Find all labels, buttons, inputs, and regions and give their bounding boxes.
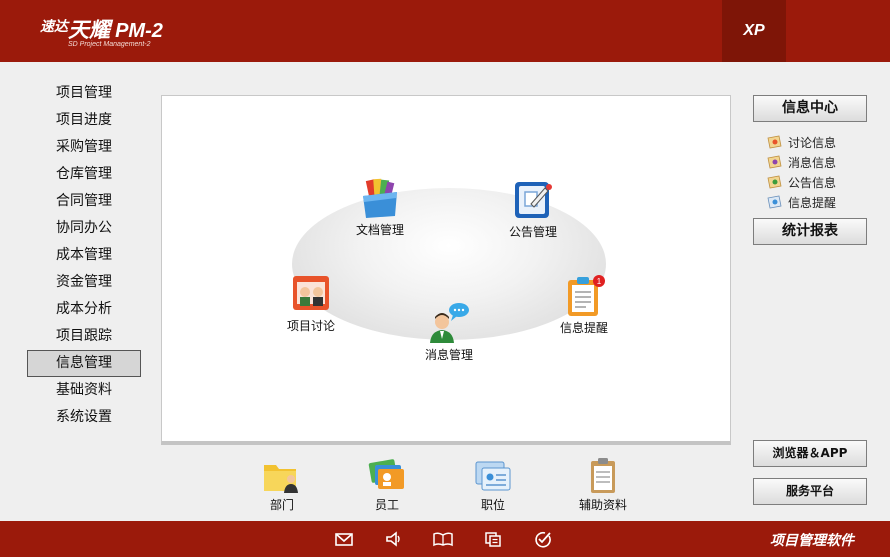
module-project-discussion[interactable]: 项目讨论: [266, 272, 356, 334]
sidebar-item-project-tracking[interactable]: 项目跟踪: [27, 323, 141, 350]
reminder-info-icon: [767, 195, 782, 209]
book-icon[interactable]: [433, 530, 453, 548]
quick-position[interactable]: 职位: [453, 457, 533, 513]
logo-small-text: 速达: [40, 19, 68, 35]
info-item-label: 讨论信息: [788, 135, 837, 150]
reminder-badge: 1: [597, 277, 602, 286]
module-label: 公告管理: [508, 225, 557, 239]
info-item-message[interactable]: 消息信息: [767, 152, 877, 172]
module-notice-management[interactable]: 公告管理: [488, 178, 578, 240]
notice-board-icon: [515, 182, 552, 218]
sidebar-item-project-progress[interactable]: 项目进度: [27, 107, 141, 134]
header-bar: 速达天耀 PM-2 SD Project Management-2 XP: [0, 0, 890, 62]
stats-report-button[interactable]: 统计报表: [753, 218, 867, 245]
sidebar-item-cost-management[interactable]: 成本管理: [27, 242, 141, 269]
browser-app-button[interactable]: 浏览器＆APP: [753, 440, 867, 467]
quick-label: 辅助资料: [578, 498, 627, 512]
sidebar-item-purchase-management[interactable]: 采购管理: [27, 134, 141, 161]
discussion-info-icon: [767, 135, 782, 149]
message-info-icon: [767, 155, 782, 169]
sidebar-item-cost-analysis[interactable]: 成本分析: [27, 296, 141, 323]
logo-pm-text: PM-2: [115, 20, 163, 42]
info-item-reminder[interactable]: 信息提醒: [767, 192, 877, 212]
module-document-management[interactable]: 文档管理: [335, 176, 425, 238]
sidebar-item-collaborative-office[interactable]: 协同办公: [27, 215, 141, 242]
xp-button[interactable]: XP: [722, 0, 786, 62]
copy-icon[interactable]: [483, 530, 503, 548]
position-card-icon: [475, 461, 511, 491]
sidebar-item-contract-management[interactable]: 合同管理: [27, 188, 141, 215]
footer-bar: 项目管理软件: [0, 521, 890, 557]
sidebar-item-basic-data[interactable]: 基础资料: [27, 377, 141, 404]
module-label: 项目讨论: [286, 319, 335, 333]
footer-product-text: 项目管理软件: [770, 533, 854, 549]
auxiliary-clipboard-icon: [591, 458, 615, 493]
logo-big-text: 天耀: [68, 18, 110, 42]
message-user-icon: [430, 303, 469, 343]
mail-icon[interactable]: [334, 530, 354, 548]
logo-subtitle: SD Project Management-2: [68, 41, 151, 48]
sidebar-item-information-management[interactable]: 信息管理: [27, 350, 141, 377]
document-folder-icon: [363, 178, 397, 218]
clipboard-reminder-icon: 1: [568, 275, 605, 316]
sidebar-item-warehouse-management[interactable]: 仓库管理: [27, 161, 141, 188]
app-logo: 速达天耀 PM-2 SD Project Management-2: [40, 14, 163, 48]
info-center-button[interactable]: 信息中心: [753, 95, 867, 122]
sidebar-item-system-settings[interactable]: 系统设置: [27, 404, 141, 431]
module-message-management[interactable]: 消息管理: [404, 301, 494, 363]
quick-label: 职位: [480, 498, 505, 512]
sidebar-menu: 项目管理 项目进度 采购管理 仓库管理 合同管理 协同办公 成本管理 资金管理 …: [27, 80, 141, 431]
info-item-label: 消息信息: [788, 155, 837, 170]
quick-label: 部门: [269, 498, 294, 512]
employee-cards-icon: [368, 459, 404, 489]
quick-label: 员工: [374, 498, 399, 512]
main-panel: 文档管理 公告管理 项目讨论 消息管理 1 信息提醒: [161, 95, 731, 445]
info-item-notice[interactable]: 公告信息: [767, 172, 877, 192]
info-list: 讨论信息 消息信息 公告信息 信息提醒: [767, 132, 877, 212]
quick-auxiliary-data[interactable]: 辅助资料: [563, 457, 643, 513]
info-item-discussion[interactable]: 讨论信息: [767, 132, 877, 152]
quick-department[interactable]: 部门: [242, 457, 322, 513]
sidebar-item-fund-management[interactable]: 资金管理: [27, 269, 141, 296]
module-label: 文档管理: [355, 223, 404, 237]
notice-info-icon: [767, 175, 782, 189]
quick-employee[interactable]: 员工: [347, 457, 427, 513]
sidebar-item-project-management[interactable]: 项目管理: [27, 80, 141, 107]
module-label: 信息提醒: [559, 321, 608, 335]
check-circle-icon[interactable]: [533, 530, 553, 548]
service-platform-button[interactable]: 服务平台: [753, 478, 867, 505]
info-item-label: 公告信息: [788, 175, 837, 190]
info-item-label: 信息提醒: [788, 195, 837, 210]
module-info-reminder[interactable]: 1 信息提醒: [539, 274, 629, 336]
project-discussion-icon: [293, 276, 329, 310]
department-folder-icon: [264, 465, 298, 493]
module-label: 消息管理: [424, 348, 473, 362]
speaker-icon[interactable]: [384, 530, 404, 548]
